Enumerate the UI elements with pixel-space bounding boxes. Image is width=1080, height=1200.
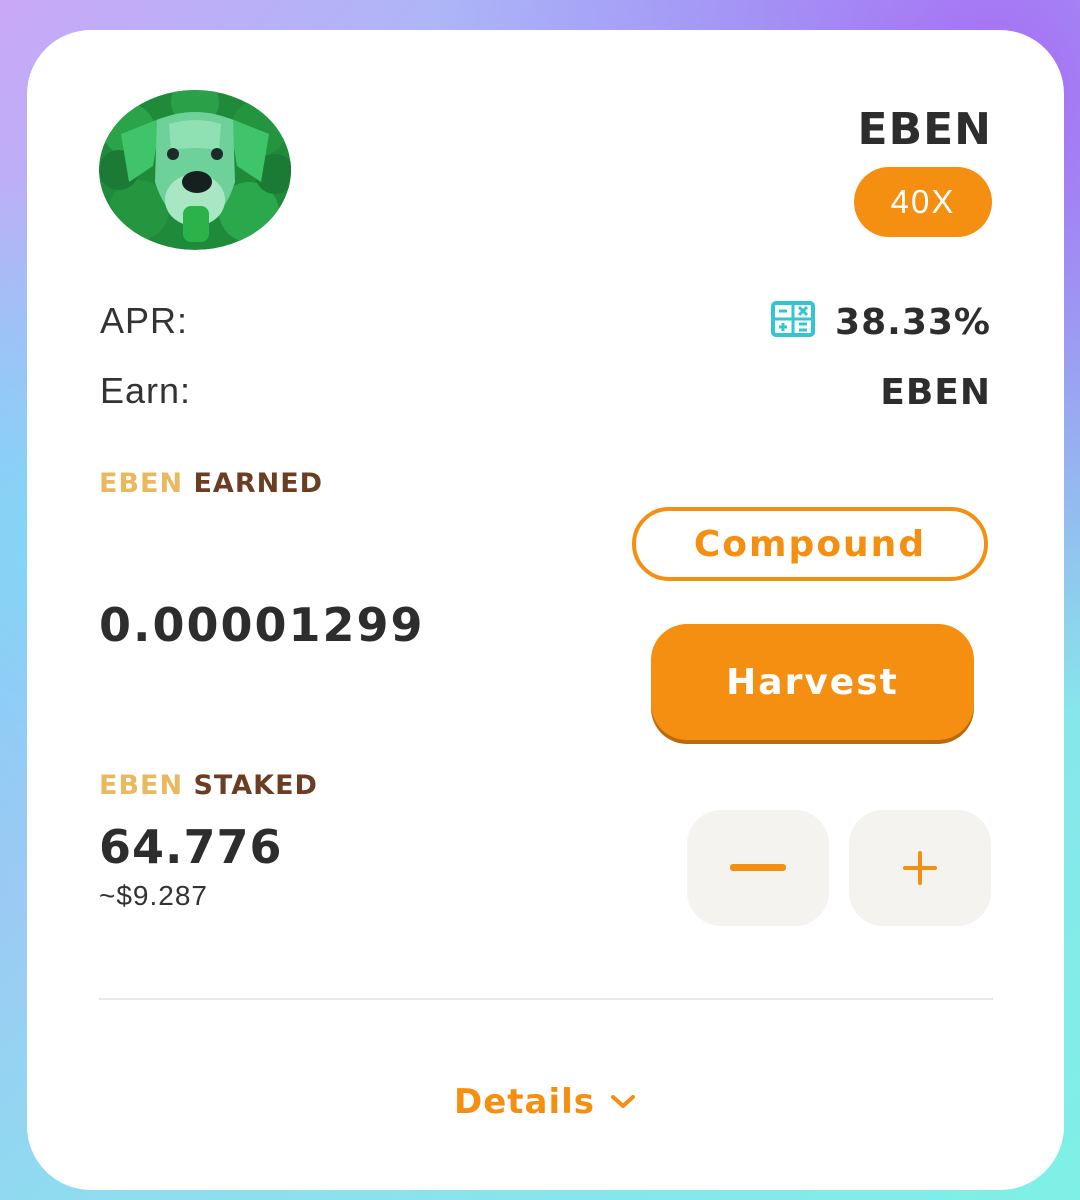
staked-title-word: STAKED [193, 770, 318, 801]
staked-amount: 64.776 [99, 820, 283, 874]
chevron-down-icon [611, 1095, 636, 1108]
earned-title-token: EBEN [99, 468, 184, 499]
token-logo [99, 90, 291, 250]
staked-usd-value: ~$9.287 [99, 880, 208, 911]
minus-icon [730, 864, 786, 871]
stake-more-button[interactable] [849, 810, 991, 926]
details-label: Details [453, 1082, 596, 1122]
earned-section-title: EBEN EARNED [99, 468, 323, 499]
pool-token-name: EBEN [857, 104, 992, 155]
calculator-icon[interactable] [771, 301, 815, 337]
harvest-button[interactable]: Harvest [651, 624, 974, 740]
compound-button[interactable]: Compound [632, 507, 988, 581]
earn-value: EBEN [880, 372, 991, 413]
apr-value: 38.33% [835, 302, 991, 343]
staked-section-title: EBEN STAKED [99, 770, 318, 801]
divider [99, 998, 993, 1000]
unstake-button[interactable] [687, 810, 829, 926]
details-toggle[interactable]: Details [27, 1082, 1064, 1122]
farm-card: EBEN 40X APR: 38.33% Earn: EBEN EBEN EAR… [27, 30, 1064, 1190]
earn-label: Earn: [100, 370, 192, 411]
multiplier-badge: 40X [854, 167, 992, 237]
earned-title-word: EARNED [193, 468, 324, 499]
staked-title-token: EBEN [99, 770, 184, 801]
plus-icon [903, 851, 937, 885]
earned-amount: 0.00001299 [99, 598, 425, 652]
green-dog-avatar-icon [99, 90, 291, 250]
apr-label: APR: [100, 300, 189, 341]
